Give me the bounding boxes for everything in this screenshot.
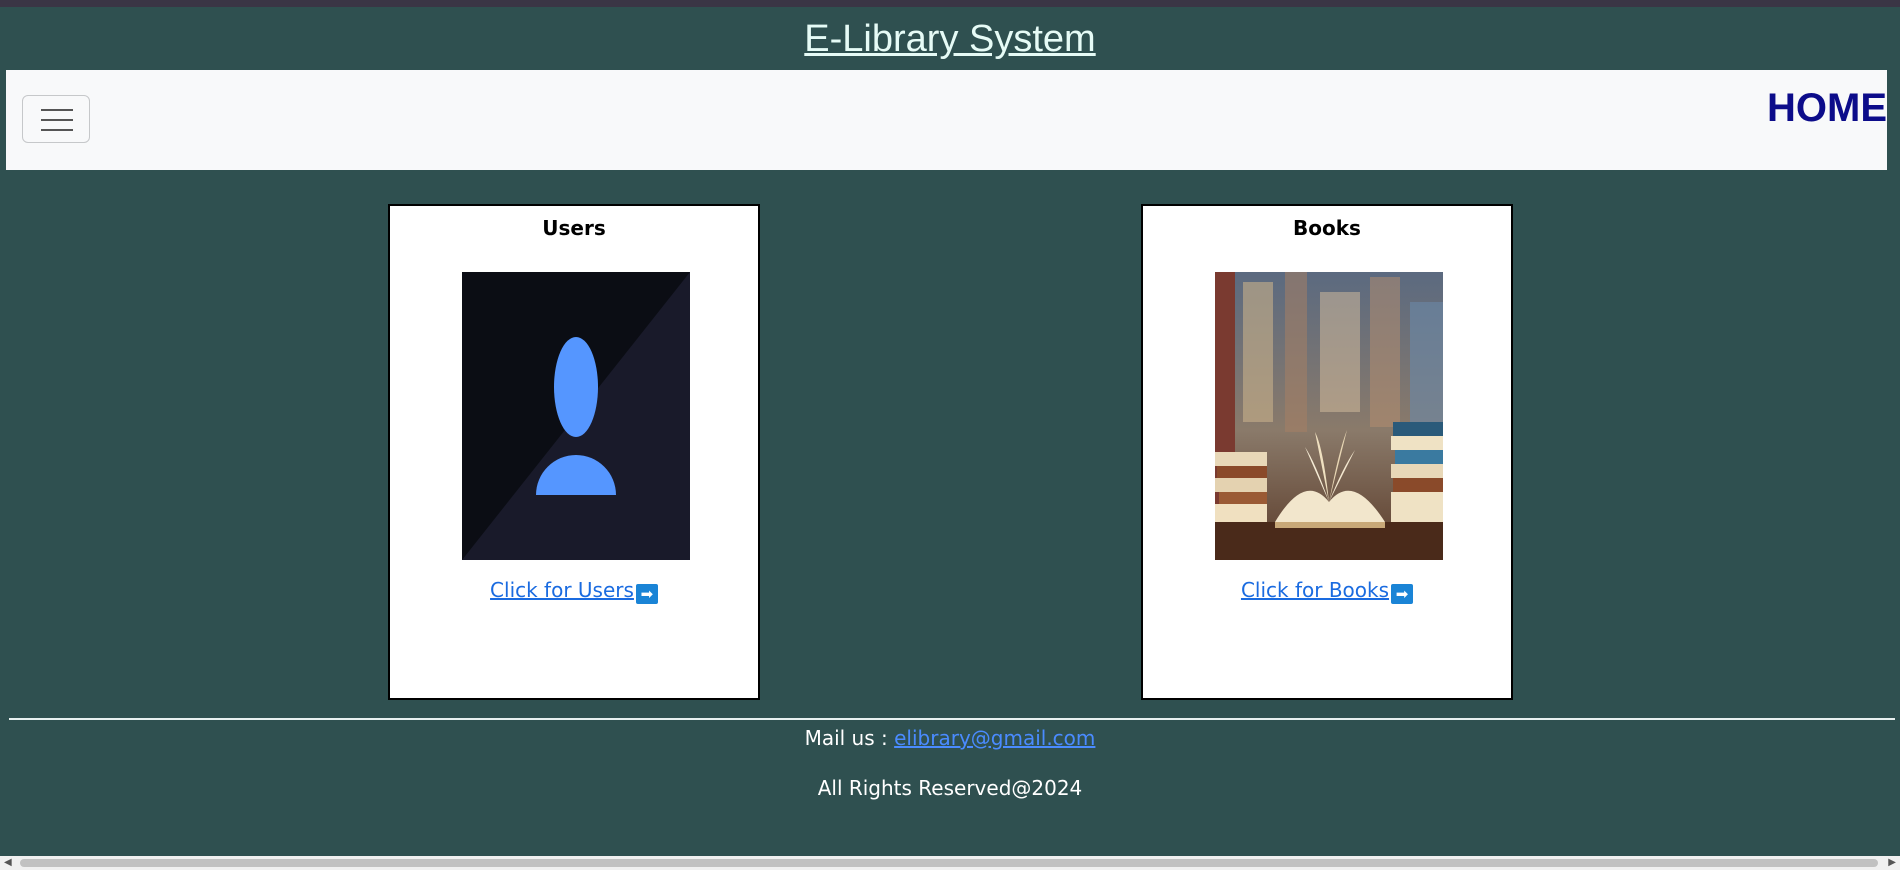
navbar: HOME [6, 70, 1887, 170]
hamburger-bar [41, 119, 73, 121]
scroll-left-icon[interactable]: ◀ [4, 856, 12, 870]
right-arrow-icon: ➡ [1391, 584, 1414, 604]
browser-top-strip [0, 0, 1900, 7]
card-title-books: Books [1293, 216, 1361, 240]
email-link[interactable]: elibrary@gmail.com [894, 726, 1095, 750]
books-link-text[interactable]: Click for Books [1241, 578, 1389, 602]
books-link[interactable]: Click for Books ➡ [1143, 578, 1511, 604]
hamburger-menu-button[interactable] [22, 95, 90, 143]
horizontal-scrollbar[interactable]: ◀ ▶ [0, 856, 1900, 870]
books-card: Books Click for Books ➡ [1141, 204, 1513, 700]
users-link[interactable]: Click for Users ➡ [390, 578, 758, 604]
open-book-library-image [1215, 272, 1443, 560]
site-title[interactable]: E-Library System [4, 10, 1896, 70]
footer-mail: Mail us : elibrary@gmail.com [4, 726, 1896, 750]
page: E-Library System HOME Users Click for Us… [4, 10, 1896, 855]
footer-rights: All Rights Reserved@2024 [817, 776, 1083, 800]
mail-label: Mail us : [804, 726, 888, 750]
card-title-users: Users [542, 216, 606, 240]
home-link[interactable]: HOME [1767, 86, 1887, 131]
scroll-right-icon[interactable]: ▶ [1888, 856, 1896, 870]
right-arrow-icon: ➡ [635, 584, 658, 604]
hamburger-menu-icon [41, 109, 73, 111]
users-card: Users Click for Users ➡ [388, 204, 760, 700]
hamburger-bar [41, 129, 73, 131]
user-avatar-image [462, 272, 690, 560]
footer-divider [9, 718, 1895, 720]
users-link-text[interactable]: Click for Users [490, 578, 634, 602]
scrollbar-thumb[interactable] [20, 859, 1878, 867]
